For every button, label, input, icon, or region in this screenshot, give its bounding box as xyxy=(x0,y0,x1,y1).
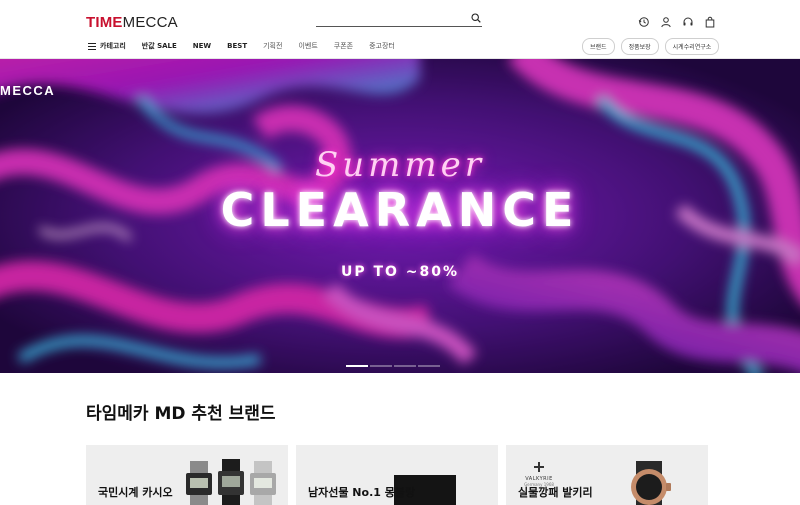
brand-card[interactable]: VALKYRIE Germany 1968 실물깡패 발키리 xyxy=(506,445,708,505)
site-header: TIMEMECCA 카테고리 반값 SALE NEW BEST 기획전 이벤트 … xyxy=(0,0,800,59)
logo-mecca: MECCA xyxy=(122,14,178,31)
slide-dot[interactable] xyxy=(394,365,416,367)
search-bar xyxy=(316,12,482,27)
brand-card-title: 국민시계 카시오 xyxy=(98,486,173,499)
hero-subtitle: UP TO ~80% xyxy=(340,264,460,280)
casio-watches-image xyxy=(186,459,276,505)
valkyrie-logo: VALKYRIE Germany 1968 xyxy=(522,457,556,487)
category-menu[interactable]: 카테고리 xyxy=(88,41,126,51)
cross-icon xyxy=(534,462,544,472)
brand-card-list: 국민시계 카시오 남자선물 No.1 몽블랑 VALKYRIE Germany … xyxy=(86,445,708,505)
slide-dot[interactable] xyxy=(346,365,368,367)
hero-brand-text: MECCA xyxy=(0,83,56,98)
nav-exhibition[interactable]: 기획전 xyxy=(263,41,282,51)
history-icon[interactable] xyxy=(638,13,650,27)
pill-brand[interactable]: 브랜드 xyxy=(582,38,615,55)
logo-time: TIME xyxy=(86,14,123,31)
nav-half-sale[interactable]: 반값 SALE xyxy=(142,41,177,51)
utility-icons xyxy=(638,13,716,28)
bag-icon[interactable] xyxy=(704,13,716,28)
headset-icon[interactable] xyxy=(682,13,694,26)
nav-new[interactable]: NEW xyxy=(193,42,211,50)
pill-authenticity[interactable]: 정품보장 xyxy=(620,38,659,55)
hamburger-icon xyxy=(88,42,96,50)
brand-card-title: 남자선물 No.1 몽블랑 xyxy=(308,486,416,499)
nav-used-market[interactable]: 중고장터 xyxy=(369,41,395,51)
valkyrie-watch-image xyxy=(631,461,671,505)
user-icon[interactable] xyxy=(660,13,672,28)
slide-dot[interactable] xyxy=(418,365,440,367)
quick-links: 브랜드 정품보장 시계수리연구소 xyxy=(582,38,720,55)
nav-best[interactable]: BEST xyxy=(227,42,247,50)
slide-indicator xyxy=(346,365,440,367)
pill-repair-lab[interactable]: 시계수리연구소 xyxy=(664,38,720,55)
category-menu-label: 카테고리 xyxy=(100,42,126,50)
brand-card[interactable]: 국민시계 카시오 xyxy=(86,445,288,505)
slide-dot[interactable] xyxy=(370,365,392,367)
search-input[interactable] xyxy=(316,12,466,26)
main-nav: 카테고리 반값 SALE NEW BEST 기획전 이벤트 쿠폰존 중고장터 xyxy=(88,40,411,52)
section-title: 타임메카 MD 추천 브랜드 xyxy=(86,404,276,424)
hero-banner[interactable]: MECCA Summer CLEARANCE UP TO ~80% xyxy=(0,59,800,373)
brand-card[interactable]: 남자선물 No.1 몽블랑 xyxy=(296,445,498,505)
nav-event[interactable]: 이벤트 xyxy=(298,41,317,51)
hero-script-title: Summer xyxy=(314,145,486,185)
brand-card-title: 실물깡패 발키리 xyxy=(518,486,593,499)
search-icon[interactable] xyxy=(471,13,481,23)
site-logo[interactable]: TIMEMECCA xyxy=(86,14,178,31)
hero-title: CLEARANCE xyxy=(220,183,580,237)
nav-coupon-zone[interactable]: 쿠폰존 xyxy=(334,41,353,51)
